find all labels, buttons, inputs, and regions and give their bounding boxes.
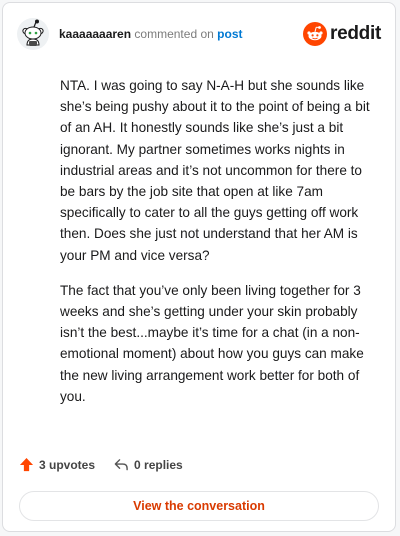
username-link[interactable]: kaaaaaaaren — [59, 27, 131, 41]
brand-wordmark: reddit — [330, 23, 381, 44]
upvote-button[interactable]: 3 upvotes — [19, 457, 95, 472]
comment-paragraph: The fact that you’ve only been living to… — [60, 282, 364, 404]
reply-button[interactable]: 0 replies — [113, 457, 183, 472]
reddit-logo-icon — [303, 22, 328, 46]
comment-header: kaaaaaaaren commented on post reddit — [17, 17, 381, 51]
comment-actions: 3 upvotes 0 replies — [19, 457, 183, 472]
action-text: commented on — [134, 27, 214, 41]
reply-count: 0 replies — [134, 457, 183, 472]
reply-arrow-icon — [114, 459, 128, 471]
comment-paragraph: NTA. I was going to say N-A-H but she so… — [60, 78, 370, 263]
embedded-comment-card: kaaaaaaaren commented on post reddit NTA… — [2, 2, 396, 532]
view-conversation-button[interactable]: View the conversation — [19, 491, 379, 521]
upvote-count: 3 upvotes — [39, 457, 96, 472]
comment-meta: kaaaaaaaren commented on post — [59, 27, 303, 41]
post-link[interactable]: post — [217, 27, 242, 41]
comment-body: NTA. I was going to say N-A-H but she so… — [60, 75, 373, 421]
reddit-brand[interactable]: reddit — [303, 22, 381, 46]
snoo-avatar-icon[interactable] — [17, 18, 49, 50]
upvote-arrow-icon — [19, 457, 34, 472]
